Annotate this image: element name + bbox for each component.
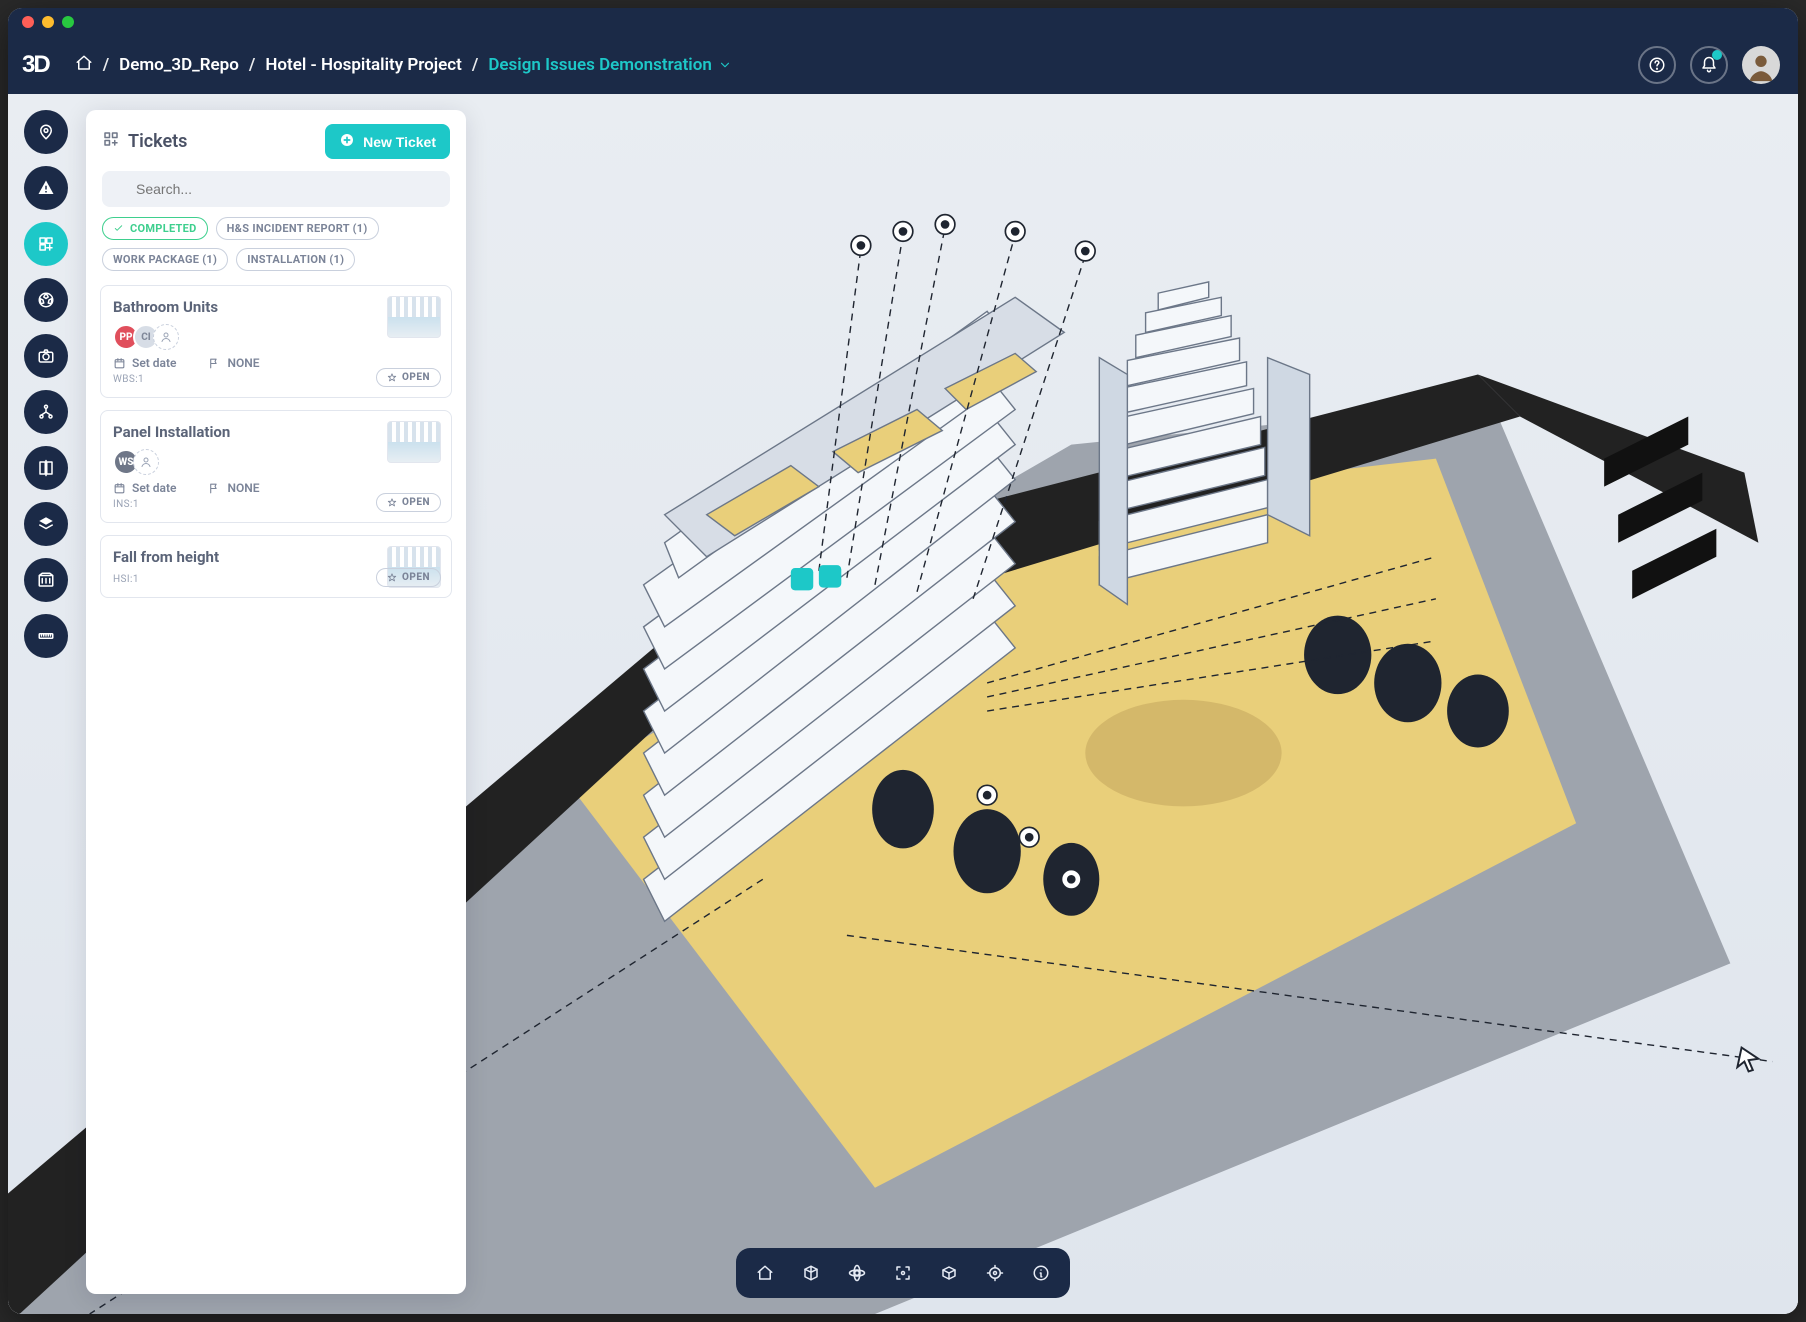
tickets-icon [102, 130, 120, 153]
ticket-list: Bathroom UnitsPPCISet dateNONEWBS:1OPENP… [86, 275, 466, 620]
main-area: Tickets New Ticket COMPLETEDH&S INC [8, 94, 1798, 1314]
ticket-date[interactable]: Set date [113, 481, 176, 495]
ticket-status-pill[interactable]: OPEN [376, 368, 441, 387]
ticket-status-pill[interactable]: OPEN [376, 568, 441, 587]
layers-icon[interactable] [24, 502, 68, 546]
ticket-priority[interactable]: NONE [208, 356, 259, 370]
breadcrumb-active-item[interactable]: Design Issues Demonstration [488, 55, 732, 75]
ticket-thumbnail [387, 421, 441, 463]
ticket-card[interactable]: Fall from heightHSI:1OPEN [100, 535, 452, 598]
breadcrumb: / Demo_3D_Repo / Hotel - Hospitality Pro… [75, 54, 732, 77]
ticket-priority[interactable]: NONE [208, 481, 259, 495]
filter-chip[interactable]: INSTALLATION (1) [236, 248, 355, 271]
panel-header: Tickets New Ticket [86, 110, 466, 171]
window-titlebar [8, 8, 1798, 36]
panel-title-label: Tickets [128, 131, 187, 152]
help-button[interactable] [1638, 46, 1676, 84]
search-input[interactable] [102, 171, 450, 207]
app-logo[interactable]: 3D [22, 51, 49, 79]
add-assignee-icon[interactable] [133, 449, 159, 475]
breadcrumb-active-label: Design Issues Demonstration [488, 55, 712, 75]
panel-title: Tickets [102, 130, 187, 153]
ticket-date[interactable]: Set date [113, 356, 176, 370]
focus-icon[interactable] [894, 1264, 912, 1282]
breadcrumb-item[interactable]: Demo_3D_Repo [119, 55, 239, 75]
notification-dot-icon [1712, 50, 1722, 60]
cube-icon[interactable] [802, 1264, 820, 1282]
filter-chip-label: WORK PACKAGE (1) [113, 253, 217, 266]
ticket-card[interactable]: Panel InstallationWSSet dateNONEINS:1OPE… [100, 410, 452, 523]
search-wrap [86, 171, 466, 217]
notifications-button[interactable] [1690, 46, 1728, 84]
filter-chip[interactable]: H&S INCIDENT REPORT (1) [216, 217, 379, 240]
window-close-button[interactable] [22, 16, 34, 28]
section-icon[interactable] [940, 1264, 958, 1282]
target-icon[interactable] [986, 1264, 1004, 1282]
breadcrumb-separator: / [472, 55, 478, 75]
camera-icon[interactable] [24, 334, 68, 378]
orbit-icon[interactable] [848, 1264, 866, 1282]
bottom-toolbar [736, 1248, 1070, 1298]
tickets-icon[interactable] [24, 222, 68, 266]
topbar-right [1638, 46, 1780, 84]
breadcrumb-separator: / [249, 55, 255, 75]
ticket-thumbnail [387, 296, 441, 338]
filter-chip-label: H&S INCIDENT REPORT (1) [227, 222, 368, 235]
tickets-panel: Tickets New Ticket COMPLETEDH&S INC [86, 110, 466, 1294]
window-minimize-button[interactable] [42, 16, 54, 28]
breadcrumb-item[interactable]: Hotel - Hospitality Project [265, 55, 462, 75]
home-icon[interactable] [75, 54, 93, 77]
filter-chip[interactable]: COMPLETED [102, 217, 208, 240]
ticket-card[interactable]: Bathroom UnitsPPCISet dateNONEWBS:1OPEN [100, 285, 452, 398]
new-ticket-button[interactable]: New Ticket [325, 124, 450, 159]
measure-icon[interactable] [24, 614, 68, 658]
issues-icon[interactable] [24, 166, 68, 210]
left-toolbar [24, 110, 68, 658]
markers-icon[interactable] [24, 110, 68, 154]
topbar: 3D / Demo_3D_Repo / Hotel - Hospitality … [8, 36, 1798, 94]
compare-icon[interactable] [24, 446, 68, 490]
breadcrumb-separator: / [103, 55, 109, 75]
home-icon[interactable] [756, 1264, 774, 1282]
filter-chips: COMPLETED H&S INCIDENT REPORT (1) WORK PAC… [86, 217, 466, 275]
soccer-icon[interactable] [24, 278, 68, 322]
new-ticket-label: New Ticket [363, 134, 436, 150]
filter-chip-label: COMPLETED [130, 222, 197, 235]
info-icon[interactable] [1032, 1264, 1050, 1282]
add-assignee-icon[interactable] [153, 324, 179, 350]
plus-circle-icon [339, 132, 355, 151]
app-window: 3D / Demo_3D_Repo / Hotel - Hospitality … [8, 8, 1798, 1314]
filter-chip[interactable]: WORK PACKAGE (1) [102, 248, 228, 271]
tree-icon[interactable] [24, 390, 68, 434]
user-avatar[interactable] [1742, 46, 1780, 84]
window-zoom-button[interactable] [62, 16, 74, 28]
ticket-status-pill[interactable]: OPEN [376, 493, 441, 512]
sequences-icon[interactable] [24, 558, 68, 602]
filter-chip-label: INSTALLATION (1) [247, 253, 344, 266]
